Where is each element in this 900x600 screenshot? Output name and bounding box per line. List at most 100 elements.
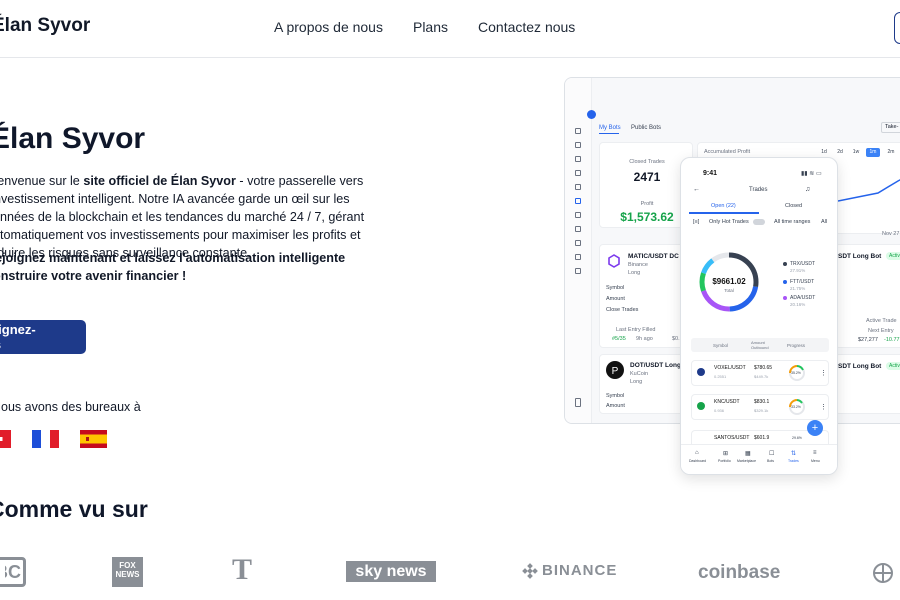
tab-my-bots[interactable]: My Bots — [599, 125, 621, 131]
binance-logo-text: BINANCE — [542, 562, 618, 579]
back-arrow-icon[interactable]: ← — [693, 186, 700, 193]
trade-price: $830.1 — [754, 399, 770, 405]
bottom-nav: ⌂ Dashboard ⊞ Portfolio ▦ Marketplace ☐ … — [681, 444, 837, 474]
legend-dot — [783, 296, 787, 300]
trade-row[interactable]: KNC/USDT 0.936 $830.1 $329.1k 33.2% ⋮ — [691, 394, 829, 420]
site-header: Élan Syvor A propos de nous Plans Contac… — [0, 0, 900, 58]
more-icon[interactable]: ⋮ — [820, 369, 827, 377]
legend-pct: 27.91% — [790, 268, 806, 273]
sidebar-icon — [575, 142, 581, 148]
progress-pct: 29.6% — [792, 436, 802, 440]
legend-pct: 21.75% — [790, 286, 806, 291]
sidebar-icon — [575, 156, 581, 162]
date-tick: Nov 27 — [882, 231, 900, 237]
range-1w[interactable]: 1w — [849, 148, 863, 157]
range-2d[interactable]: 2d — [833, 148, 847, 157]
time-range-select[interactable]: All time ranges — [774, 219, 810, 225]
sidebar-icon — [575, 198, 581, 204]
more-icon[interactable]: ⋮ — [820, 403, 827, 411]
france-flag-icon — [32, 430, 59, 448]
tab-closed[interactable]: Closed — [785, 203, 802, 209]
status-badge: Activ — [886, 362, 900, 370]
nav-link-contact[interactable]: Contactez nous — [478, 19, 575, 35]
bell-icon[interactable]: ♫ — [805, 186, 810, 193]
total-label: Total — [724, 288, 734, 293]
brand-name[interactable]: Élan Syvor — [0, 15, 90, 37]
sidebar-icon — [575, 254, 581, 260]
trade-sub2: $329.1k — [754, 408, 769, 413]
sidebar-icon — [575, 184, 581, 190]
trade-price: $780.65 — [754, 365, 773, 371]
bot-count: #5/35 — [612, 336, 626, 342]
nyt-logo: T — [232, 553, 253, 586]
bot-ago: 9h ago — [636, 336, 653, 342]
coin-icon — [697, 368, 705, 376]
filter-icon[interactable]: [≡] — [693, 219, 699, 225]
legend-name: ADA/USDT — [790, 295, 816, 301]
offices-text: Nous avons des bureaux à — [0, 400, 141, 414]
hot-trades-toggle[interactable] — [753, 219, 765, 225]
dashboard-icon: ⌂ — [695, 450, 699, 456]
range-1d[interactable]: 1d — [817, 148, 831, 157]
join-button[interactable]: Rejoignez-nous — [0, 320, 86, 354]
stats-card: Closed Trades 2471 Profit $1,573.62 — [599, 142, 693, 228]
only-hot-label: Only Hot Trades — [709, 219, 749, 225]
progress-pct: 33.2% — [791, 405, 801, 409]
sidebar-icon — [575, 170, 581, 176]
trade-price: $601.9 — [754, 435, 770, 441]
menu-icon: ≡ — [813, 450, 817, 456]
trade-sub2: $449.7k — [754, 374, 769, 379]
sidebar-icon — [575, 128, 581, 134]
bot-card-right-2[interactable]: SDT Long Bot Activ — [835, 354, 900, 414]
globe-logo-icon — [873, 563, 893, 583]
col-progress[interactable]: Progress — [787, 343, 805, 348]
header-action-button[interactable] — [894, 12, 900, 44]
add-trade-button[interactable]: + — [807, 420, 823, 436]
nav-bots[interactable]: Bots — [767, 459, 774, 463]
take-profit-button[interactable]: Take- — [881, 122, 900, 133]
trade-pair: VOXEL/USDT — [714, 365, 746, 371]
nav-menu[interactable]: Menu — [811, 459, 820, 463]
bot-last-entry-label: Last Entry Filled — [616, 327, 656, 333]
bot-amount-label: Amount — [606, 296, 625, 302]
trade-row[interactable]: VOXEL/USDT 0.2551 $780.65 $449.7k 35.2% … — [691, 360, 829, 386]
bot-side: Long — [628, 270, 641, 276]
swiss-flag-icon — [0, 430, 11, 448]
marketplace-icon: ▦ — [745, 451, 751, 457]
trade-pair: SANTOS/USDT — [714, 435, 750, 441]
bot-pair: SDT Long Bot — [838, 253, 882, 260]
signal-icons: ▮▮ ≋ ▭ — [801, 171, 822, 177]
tab-public-bots[interactable]: Public Bots — [631, 125, 661, 131]
nav-link-about[interactable]: A propos de nous — [274, 19, 383, 35]
bot-amount-label: Amount — [606, 403, 625, 409]
bot-close-label: Close Trades — [606, 307, 639, 313]
nav-dashboard[interactable]: Dashboard — [689, 459, 706, 463]
svg-text:P: P — [612, 366, 619, 377]
nav-trades[interactable]: Trades — [788, 459, 799, 463]
tab-underline — [689, 212, 759, 214]
bot-pair: MATIC/USDT DC — [628, 253, 679, 260]
portfolio-icon: ⊞ — [723, 451, 729, 457]
binance-logo: BINANCE — [522, 562, 617, 579]
legend-name: TRX/USDT — [790, 261, 815, 267]
trade-sub: 0.2551 — [714, 374, 727, 379]
bots-icon: ☐ — [769, 451, 775, 457]
seen-on-title: Comme vu sur — [0, 496, 148, 522]
sidebar-active-icon — [587, 110, 596, 119]
col-amount[interactable]: Amount Outbound — [751, 340, 777, 350]
active-trade-label: Active Trade — [866, 318, 897, 324]
nav-portfolio[interactable]: Portfolio — [718, 459, 731, 463]
range-2m[interactable]: 2m — [884, 148, 898, 157]
nav-marketplace[interactable]: Marketplace — [737, 459, 756, 463]
nav-link-plans[interactable]: Plans — [413, 19, 448, 35]
tab-open[interactable]: Open (22) — [711, 203, 736, 209]
bot-pair: DOT/USDT Long — [630, 362, 681, 369]
tab-underline — [599, 133, 619, 134]
bot-card-right-1[interactable]: SDT Long Bot Activ Active Trade Next Ent… — [835, 244, 900, 348]
hero-desc-bold: site officiel de Élan Syvor — [83, 174, 236, 188]
range-1m[interactable]: 1m — [866, 148, 880, 157]
phone-mockup: 9:41 ▮▮ ≋ ▭ ← Trades ♫ Open (22) Closed … — [680, 157, 838, 475]
all-select[interactable]: All — [821, 219, 827, 225]
col-symbol[interactable]: Symbol — [713, 343, 728, 348]
legend-pct: 20.16% — [790, 302, 806, 307]
